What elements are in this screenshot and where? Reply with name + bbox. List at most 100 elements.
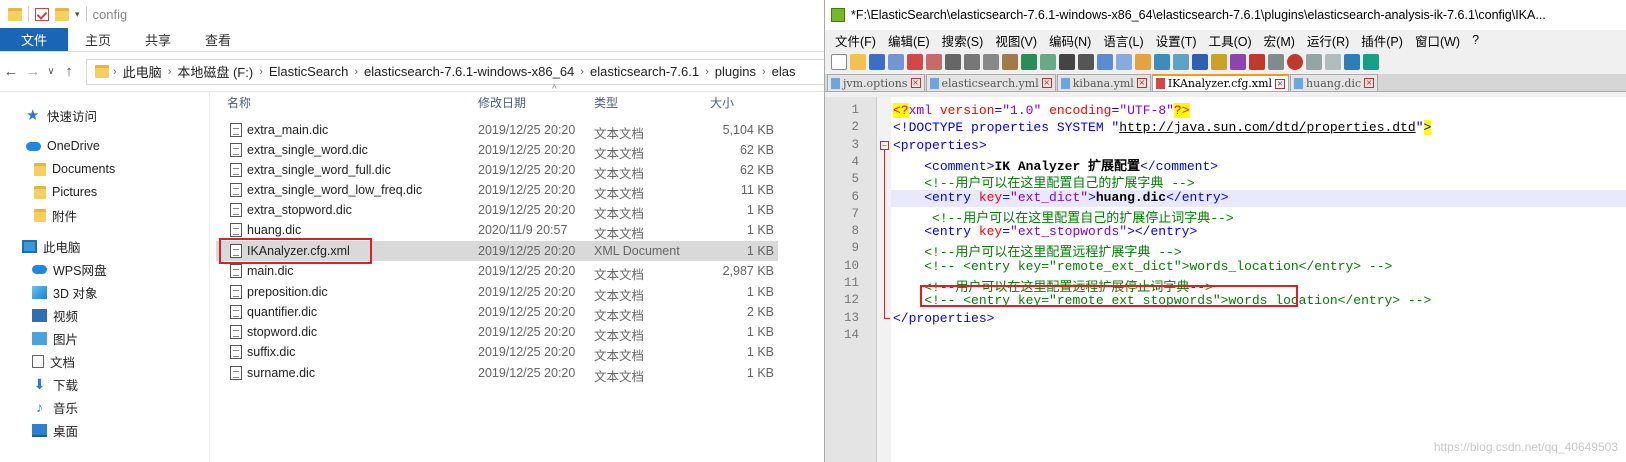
nav-item-3d-objects[interactable]: 3D 对象	[32, 281, 97, 303]
file-row[interactable]: huang.dic 2020/11/9 20:57 文本文档 1 KB	[216, 220, 778, 241]
recent-chevron-icon[interactable]: ∨	[44, 66, 58, 77]
menu-view[interactable]: 视图(V)	[989, 31, 1043, 50]
file-row[interactable]: extra_single_word_full.dic 2019/12/25 20:…	[216, 160, 778, 181]
menu-tools[interactable]: 工具(O)	[1203, 31, 1258, 50]
file-row[interactable]: extra_single_word.dic 2019/12/25 20:20 文本文…	[216, 140, 778, 161]
file-row[interactable]: surname.dic 2019/12/25 20:20 文本文档 1 KB	[216, 363, 778, 384]
function-list-icon[interactable]	[1230, 54, 1246, 70]
nav-item-quick-access[interactable]: ★ 快速访问	[26, 104, 97, 126]
file-row[interactable]: extra_stopword.dic 2019/12/25 20:20 文本文档 1 …	[216, 200, 778, 221]
breadcrumb-item[interactable]: plugins	[709, 64, 762, 79]
menu-plugins[interactable]: 插件(P)	[1355, 31, 1409, 50]
menu-window[interactable]: 窗口(W)	[1409, 31, 1466, 50]
play-macro-icon[interactable]	[1325, 54, 1341, 70]
menu-help[interactable]: ?	[1466, 33, 1485, 47]
nav-item-wps-cloud[interactable]: WPS网盘	[32, 258, 106, 280]
paste-icon[interactable]	[1002, 54, 1018, 70]
code-line[interactable]: <comment>IK Analyzer 扩展配置</comment>	[893, 155, 1218, 174]
copy-icon[interactable]	[983, 54, 999, 70]
menu-file[interactable]: 文件(F)	[829, 31, 882, 50]
nav-item-onedrive[interactable]: OneDrive	[26, 135, 100, 157]
doc-map-icon[interactable]	[1211, 54, 1227, 70]
file-row[interactable]: suffix.dic 2019/12/25 20:20 文本文档 1 KB	[216, 342, 778, 363]
stop-macro-icon[interactable]	[1306, 54, 1322, 70]
save-macro-icon[interactable]	[1363, 54, 1379, 70]
tab-jvm-options[interactable]: jvm.options ×	[827, 74, 925, 91]
file-row-selected[interactable]: IKAnalyzer.cfg.xml 2019/12/25 20:20 XML Do…	[216, 241, 778, 261]
file-row[interactable]: extra_single_word_low_freq.dic 2019/12/25…	[216, 180, 778, 201]
column-header-name[interactable]: 名称	[227, 94, 251, 112]
run-macro-multiple-icon[interactable]	[1344, 54, 1360, 70]
record-macro-icon[interactable]	[1287, 54, 1303, 70]
file-row[interactable]: quantifier.dic 2019/12/25 20:20 文本文档 2 KB	[216, 302, 778, 323]
nav-item-videos[interactable]: 视频	[32, 304, 78, 326]
word-wrap-icon[interactable]	[1154, 54, 1170, 70]
breadcrumb-item[interactable]: elasticsearch-7.6.1-windows-x86_64	[358, 64, 580, 79]
code-editor[interactable]: 1 2 3 4 5 6 7 8 9 10 11 12 13 14 − <?xml version="1.0…	[825, 97, 1626, 462]
code-line[interactable]: <!--用户可以在这里配置远程扩展字典 -->	[893, 241, 1181, 260]
tab-elasticsearch-yml[interactable]: elasticsearch.yml ×	[925, 74, 1056, 91]
cut-icon[interactable]	[964, 54, 980, 70]
up-arrow-icon[interactable]: ↑	[58, 63, 80, 80]
tab-huang-dic[interactable]: huang.dic ×	[1290, 74, 1379, 91]
chevron-down-icon[interactable]: ▾	[75, 9, 80, 20]
print-icon[interactable]	[945, 54, 961, 70]
file-row[interactable]: stopword.dic 2019/12/25 20:20 文本文档 1 KB	[216, 322, 778, 343]
file-row[interactable]: preposition.dic 2019/12/25 20:20 文本文档 1 KB	[216, 282, 778, 303]
fold-collapse-icon[interactable]: −	[880, 141, 889, 150]
file-row[interactable]: main.dic 2019/12/25 20:20 文本文档 2,987 KB	[216, 261, 778, 282]
ribbon-tab-view[interactable]: 查看	[188, 28, 248, 51]
ribbon-tab-home[interactable]: 主页	[68, 28, 128, 51]
replace-icon[interactable]	[1078, 54, 1094, 70]
monitoring-icon[interactable]	[1268, 54, 1284, 70]
find-icon[interactable]	[1059, 54, 1075, 70]
column-header-date[interactable]: 修改日期	[478, 94, 526, 112]
tab-ikanalyzer-cfg-xml[interactable]: IKAnalyzer.cfg.xml ×	[1151, 74, 1290, 91]
breadcrumb-item[interactable]: 此电脑	[117, 62, 168, 81]
nav-item-images[interactable]: 图片	[32, 327, 78, 349]
code-line[interactable]: <!--用户可以在这里配置远程扩展停止词字典-->	[893, 276, 1213, 295]
close-icon[interactable]	[907, 54, 923, 70]
show-all-chars-icon[interactable]	[1173, 54, 1189, 70]
code-line[interactable]: <!DOCTYPE properties SYSTEM "http://java…	[893, 120, 1432, 137]
properties-check-icon[interactable]	[35, 7, 49, 21]
column-header-size[interactable]: 大小	[710, 94, 734, 112]
close-tab-icon[interactable]: ×	[1136, 78, 1147, 88]
nav-item-documents-lib[interactable]: 文档	[32, 350, 75, 372]
menu-encoding[interactable]: 编码(N)	[1043, 31, 1097, 50]
save-icon[interactable]	[869, 54, 885, 70]
indent-guide-icon[interactable]	[1192, 54, 1208, 70]
close-tab-icon[interactable]: ×	[1041, 78, 1052, 88]
code-line[interactable]: <?xml version="1.0" encoding="UTF-8"?>	[893, 103, 1190, 120]
nav-item-pictures[interactable]: Pictures	[34, 181, 97, 203]
column-header-type[interactable]: 类型	[594, 94, 618, 112]
code-line[interactable]: <!--用户可以在这里配置自己的扩展字典 -->	[893, 172, 1194, 191]
ribbon-tab-share[interactable]: 共享	[128, 28, 188, 51]
menu-language[interactable]: 语言(L)	[1097, 31, 1149, 50]
code-line-current[interactable]: <entry key="ext_dict">huang.dic</entry>	[891, 189, 1626, 207]
menu-settings[interactable]: 设置(T)	[1150, 31, 1203, 50]
new-file-icon[interactable]	[831, 54, 847, 70]
code-line[interactable]: <!-- <entry key="remote_ext_stopwords">w…	[893, 293, 1431, 310]
nav-item-downloads[interactable]: ⬇ 下载	[32, 373, 78, 395]
close-tab-icon[interactable]: ×	[1275, 78, 1286, 89]
breadcrumb-item[interactable]: elas	[766, 64, 802, 79]
back-arrow-icon[interactable]: ←	[0, 63, 22, 80]
redo-icon[interactable]	[1040, 54, 1056, 70]
breadcrumb-item[interactable]: elasticsearch-7.6.1	[584, 64, 705, 79]
save-all-icon[interactable]	[888, 54, 904, 70]
sync-scroll-icon[interactable]	[1135, 54, 1151, 70]
zoom-in-icon[interactable]	[1097, 54, 1113, 70]
code-line[interactable]: <!-- <entry key="remote_ext_dict">words_…	[893, 259, 1392, 276]
file-row[interactable]: extra_main.dic 2019/12/25 20:20 文本文档 5,104 …	[216, 120, 778, 141]
menu-macro[interactable]: 宏(M)	[1258, 31, 1301, 50]
nav-item-this-pc[interactable]: 此电脑	[22, 235, 81, 257]
nav-item-attachments[interactable]: 附件	[34, 204, 77, 226]
address-bar[interactable]: › 此电脑 › 本地磁盘 (F:) › ElasticSearch › elas…	[86, 58, 848, 85]
open-file-icon[interactable]	[850, 54, 866, 70]
ribbon-tab-file[interactable]: 文件	[0, 28, 69, 51]
nav-item-documents[interactable]: Documents	[34, 158, 115, 180]
new-folder-icon[interactable]	[55, 7, 69, 21]
breadcrumb-item[interactable]: 本地磁盘 (F:)	[171, 62, 259, 81]
close-tab-icon[interactable]: ×	[910, 78, 921, 88]
